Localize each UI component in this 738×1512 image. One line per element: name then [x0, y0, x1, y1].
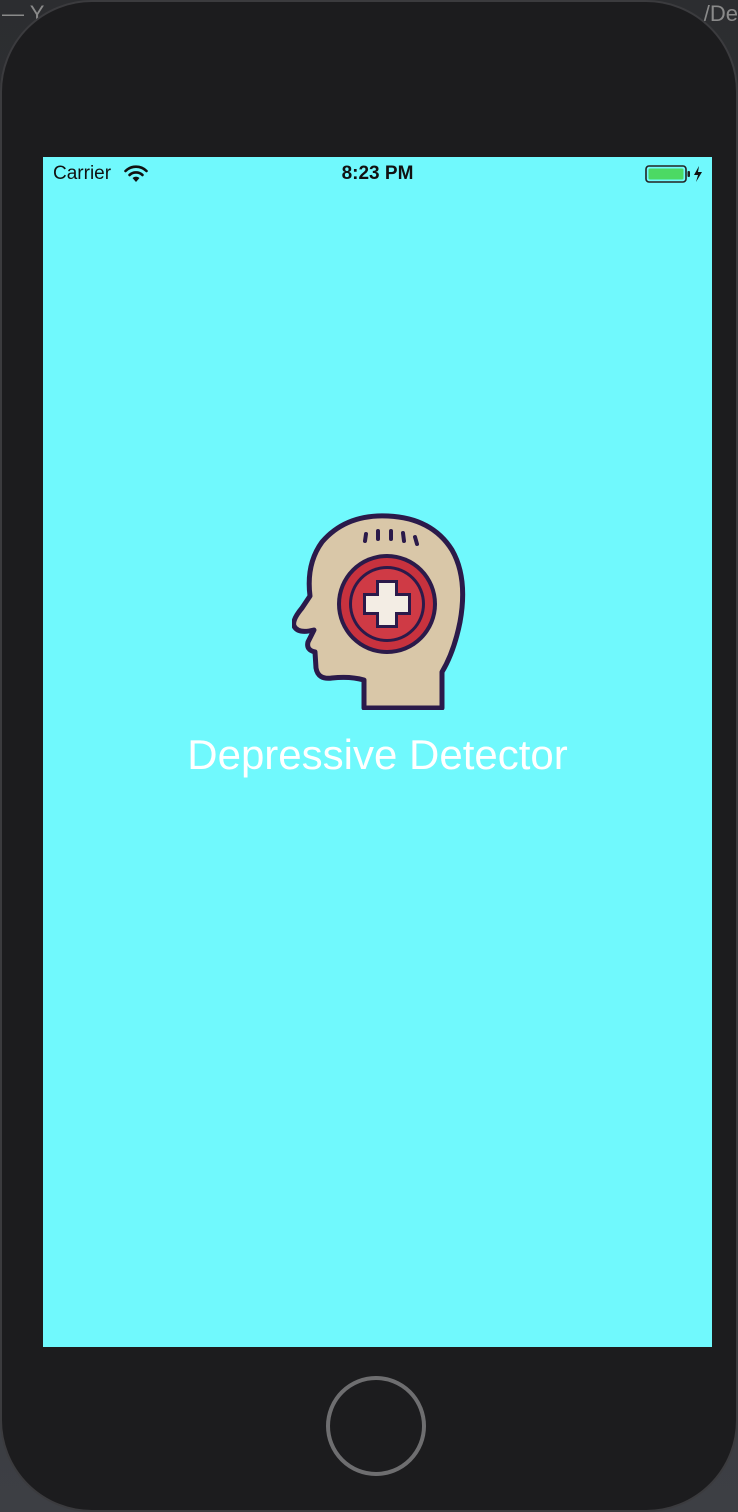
app-title: Depressive Detector	[187, 731, 568, 778]
home-button[interactable]	[326, 1376, 426, 1476]
splash-content: Depressive Detector	[43, 512, 712, 782]
phone-frame: Carrier 8:23 PM Depressive Detector	[0, 0, 738, 1512]
status-time: 8:23 PM	[341, 163, 414, 184]
battery-charging-icon	[645, 164, 705, 184]
status-bar: Carrier 8:23 PM	[43, 157, 712, 191]
app-screen: Carrier 8:23 PM Depressive Detector	[43, 157, 712, 1347]
head-medical-cross-icon	[291, 512, 468, 711]
